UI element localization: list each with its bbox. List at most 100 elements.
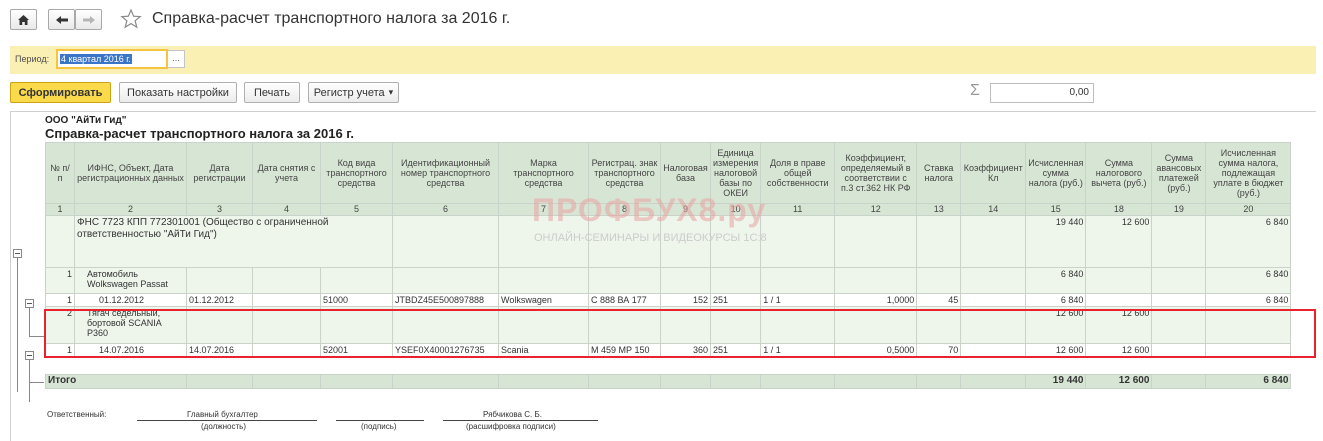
object-deduction xyxy=(1085,267,1153,294)
object-tax: 12 600 xyxy=(1025,306,1087,344)
table-spacer xyxy=(45,356,1291,375)
forward-arrow-icon xyxy=(82,15,95,24)
detail-coef: 0,5000 xyxy=(834,343,918,357)
col-number: 7 xyxy=(498,203,589,216)
period-panel: Период: 4 квартал 2016 г. ... xyxy=(10,46,1316,74)
report-area[interactable]: ООО "АйТи Гид" Справка-расчет транспортн… xyxy=(10,111,1316,441)
detail-payable xyxy=(1205,343,1292,357)
generate-button[interactable]: Сформировать xyxy=(10,82,111,103)
detail-plate: М 459 МР 150 xyxy=(588,343,661,357)
col-number: 15 xyxy=(1025,203,1087,216)
position-line xyxy=(137,420,317,421)
col-number: 20 xyxy=(1205,203,1292,216)
col-number: 11 xyxy=(760,203,836,216)
object-payable xyxy=(1205,306,1292,344)
report-table: № п/п ИФНС, Объект, Дата регистрационных… xyxy=(45,142,1292,389)
col-header: Единица измерения налоговой базы по ОКЕИ xyxy=(709,142,762,204)
show-settings-button[interactable]: Показать настройки xyxy=(119,82,237,103)
detail-kind-code: 51000 xyxy=(320,293,393,307)
table-row-detail[interactable]: 1 14.07.2016 14.07.2016 52001 YSEF0X4000… xyxy=(45,343,1292,357)
detail-date: 14.07.2016 xyxy=(74,343,187,357)
col-number: 18 xyxy=(1085,203,1153,216)
collapse-group-icon[interactable] xyxy=(13,249,22,258)
detail-kl xyxy=(960,293,1027,307)
total-payable: 6 840 xyxy=(1205,374,1292,389)
object-deduction: 12 600 xyxy=(1085,306,1153,344)
column-headers: № п/п ИФНС, Объект, Дата регистрационных… xyxy=(45,142,1292,204)
col-number: 19 xyxy=(1151,203,1207,216)
col-number: 6 xyxy=(392,203,499,216)
detail-tax: 12 600 xyxy=(1025,343,1087,357)
col-header: Регистрац. знак транспортного средства xyxy=(588,142,661,204)
detail-advance xyxy=(1151,343,1207,357)
organization-name: ООО "АйТи Гид" xyxy=(45,115,127,126)
column-numbers: 1 2 3 4 5 6 7 8 9 10 11 12 13 14 15 18 1… xyxy=(45,203,1292,216)
detail-advance xyxy=(1151,293,1207,307)
col-header: Ставка налога xyxy=(916,142,962,204)
back-arrow-icon xyxy=(55,15,68,24)
table-row-object[interactable]: 1 Автомобиль Wolkswagen Passat 6 840 6 8… xyxy=(45,267,1292,294)
col-number: 14 xyxy=(960,203,1027,216)
object-name: Тягач седельный, бортовой SCANIA P360 xyxy=(74,306,187,344)
detail-plate: С 888 ВА 177 xyxy=(588,293,661,307)
star-icon[interactable] xyxy=(120,8,142,30)
col-number: 2 xyxy=(74,203,187,216)
detail-base: 152 xyxy=(660,293,711,307)
collapse-object1-icon[interactable] xyxy=(25,299,34,308)
register-dropdown[interactable]: Регистр учета ▾ xyxy=(308,82,399,103)
detail-unreg-date xyxy=(252,293,321,307)
table-row-detail[interactable]: 1 01.12.2012 01.12.2012 51000 JTBDZ45E50… xyxy=(45,293,1292,307)
col-header: Исчисленная сумма налога (руб.) xyxy=(1025,142,1087,204)
position-value: Главный бухгалтер xyxy=(187,410,258,419)
col-number: 9 xyxy=(660,203,711,216)
detail-brand: Wolkswagen xyxy=(498,293,589,307)
object-tax: 6 840 xyxy=(1025,267,1087,294)
forward-button[interactable] xyxy=(75,9,102,30)
total-label: Итого xyxy=(45,374,187,389)
col-header: Сумма налогового вычета (руб.) xyxy=(1085,142,1153,204)
back-button[interactable] xyxy=(48,9,75,30)
period-value: 4 квартал 2016 г. xyxy=(60,54,132,64)
detail-vin: JTBDZ45E500897888 xyxy=(392,293,499,307)
register-label: Регистр учета xyxy=(313,86,385,99)
col-number: 13 xyxy=(916,203,962,216)
col-header: Коэффициент, определяемый в соответствии… xyxy=(834,142,918,204)
detail-okei: 251 xyxy=(709,343,762,357)
detail-number: 1 xyxy=(45,293,75,307)
period-input[interactable]: 4 квартал 2016 г. xyxy=(56,49,168,69)
col-number: 4 xyxy=(252,203,321,216)
sign-line xyxy=(336,420,424,421)
name-line xyxy=(443,420,598,421)
detail-base: 360 xyxy=(660,343,711,357)
table-row-total[interactable]: Итого 19 440 12 600 6 840 xyxy=(45,374,1292,389)
detail-share: 1 / 1 xyxy=(760,343,836,357)
sum-field: 0,00 xyxy=(990,83,1094,103)
object-payable: 6 840 xyxy=(1205,267,1292,294)
group-tax: 19 440 xyxy=(1025,215,1087,268)
table-row-group[interactable]: ФНС 7723 КПП 772301001 (Общество с огран… xyxy=(45,215,1292,268)
col-header: Доля в праве общей собственности xyxy=(760,142,836,204)
detail-tax: 6 840 xyxy=(1025,293,1087,307)
col-number: 10 xyxy=(709,203,762,216)
period-choose-button[interactable]: ... xyxy=(167,50,185,68)
print-button[interactable]: Печать xyxy=(244,82,300,103)
detail-kl xyxy=(960,343,1027,357)
col-number: 8 xyxy=(588,203,661,216)
detail-coef: 1,0000 xyxy=(834,293,918,307)
detail-deduction: 12 600 xyxy=(1085,343,1153,357)
table-row-object[interactable]: 2 Тягач седельный, бортовой SCANIA P360 … xyxy=(45,306,1292,344)
col-header: Налоговая база xyxy=(660,142,711,204)
group-payable: 6 840 xyxy=(1205,215,1292,268)
object-name: Автомобиль Wolkswagen Passat xyxy=(74,267,187,294)
detail-share: 1 / 1 xyxy=(760,293,836,307)
total-tax: 19 440 xyxy=(1025,374,1087,389)
collapse-object2-icon[interactable] xyxy=(25,351,34,360)
col-number: 5 xyxy=(320,203,393,216)
col-number: 1 xyxy=(45,203,75,216)
detail-vin: YSEF0X40001276735 xyxy=(392,343,499,357)
total-deduction: 12 600 xyxy=(1085,374,1153,389)
col-number: 12 xyxy=(834,203,918,216)
window-header: Справка-расчет транспортного налога за 2… xyxy=(0,0,1323,42)
home-button[interactable] xyxy=(10,9,37,30)
detail-rate: 70 xyxy=(916,343,962,357)
